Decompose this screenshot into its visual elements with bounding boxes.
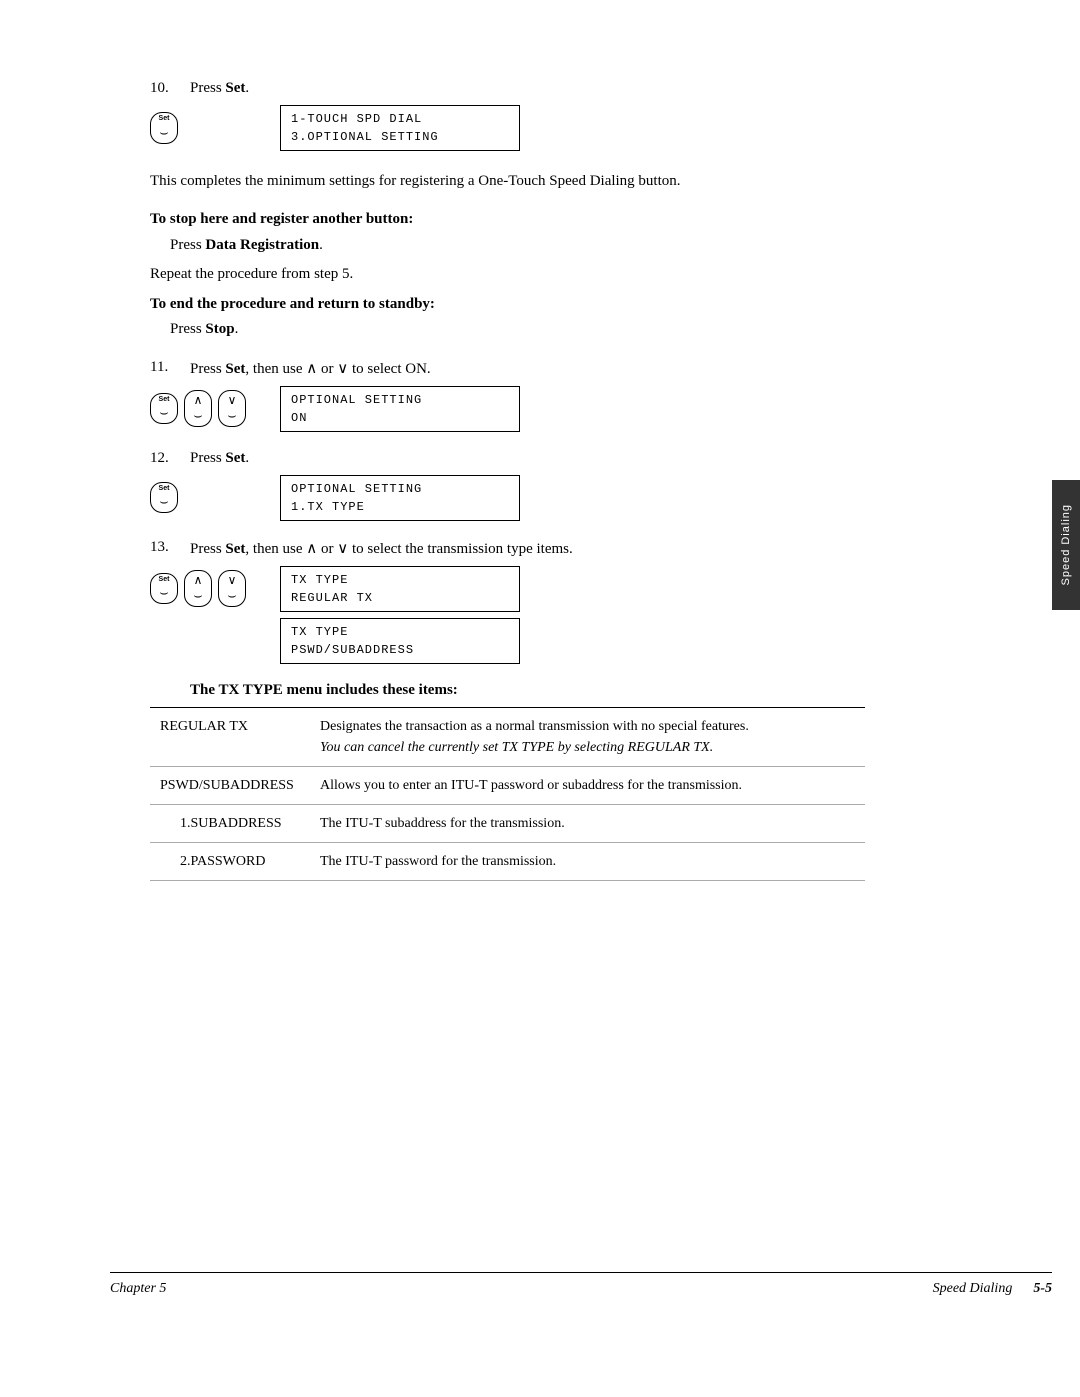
lcd-display-13b: TX TYPE PSWD/SUBADDRESS (280, 618, 520, 664)
step12-instruction: Press Set. (190, 450, 249, 467)
lcd-display-12: OPTIONAL SETTING 1.TX TYPE (280, 475, 520, 521)
lcd-pair-13: TX TYPE REGULAR TX TX TYPE PSWD/SUBADDRE… (280, 566, 520, 664)
table-row: 2.PASSWORD The ITU-T password for the tr… (150, 842, 865, 880)
set-key-12[interactable]: Set ⌣ (150, 482, 178, 513)
up-key-13[interactable]: ∧ ⌣ (184, 570, 212, 607)
lcd-display-10: 1-TOUCH SPD DIAL 3.OPTIONAL SETTING (280, 105, 520, 151)
tx-item-regular: REGULAR TX (150, 707, 310, 766)
completion-note: This completes the minimum settings for … (150, 169, 962, 193)
step10-instruction: Press Set. (190, 80, 249, 97)
side-tab: Speed Dialing (1052, 480, 1080, 610)
footer-page: 5-5 (1033, 1281, 1052, 1296)
step-number-13: 13. (150, 539, 180, 556)
tx-item-pswd: PSWD/SUBADDRESS (150, 766, 310, 804)
lcd-display-13a: TX TYPE REGULAR TX (280, 566, 520, 612)
tx-desc-subaddr: The ITU-T subaddress for the transmissio… (310, 804, 865, 842)
down-key-13[interactable]: ∨ ⌣ (218, 570, 246, 607)
stop-instruction: To stop here and register another button… (150, 207, 962, 288)
table-row: PSWD/SUBADDRESS Allows you to enter an I… (150, 766, 865, 804)
footer: Chapter 5 Speed Dialing 5-5 (110, 1272, 1052, 1297)
tx-desc-password: The ITU-T password for the transmission. (310, 842, 865, 880)
set-key-11[interactable]: Set ⌣ (150, 393, 178, 424)
tx-desc-pswd: Allows you to enter an ITU-T password or… (310, 766, 865, 804)
side-tab-label: Speed Dialing (1060, 504, 1072, 586)
set-key-10[interactable]: Set ⌣ (150, 112, 178, 143)
down-key-11[interactable]: ∨ ⌣ (218, 390, 246, 427)
set-key-13[interactable]: Set ⌣ (150, 573, 178, 604)
tx-type-title: The TX TYPE menu includes these items: (190, 682, 962, 699)
table-row: 1.SUBADDRESS The ITU-T subaddress for th… (150, 804, 865, 842)
tx-item-password: 2.PASSWORD (150, 842, 310, 880)
step11-instruction: Press Set, then use ∧ or ∨ to select ON. (190, 359, 431, 378)
step-number-12: 12. (150, 450, 180, 467)
tx-desc-regular: Designates the transaction as a normal t… (310, 707, 865, 766)
step-number-11: 11. (150, 359, 180, 376)
step13-instruction: Press Set, then use ∧ or ∨ to select the… (190, 539, 573, 558)
tx-item-subaddr: 1.SUBADDRESS (150, 804, 310, 842)
end-instruction: To end the procedure and return to stand… (150, 292, 962, 343)
tx-type-table: REGULAR TX Designates the transaction as… (150, 707, 865, 881)
footer-right: Speed Dialing 5-5 (933, 1281, 1052, 1297)
footer-chapter: Chapter 5 (110, 1281, 166, 1297)
lcd-display-11: OPTIONAL SETTING ON (280, 386, 520, 432)
table-row: REGULAR TX Designates the transaction as… (150, 707, 865, 766)
step-number-10: 10. (150, 80, 180, 97)
tx-type-section: The TX TYPE menu includes these items: R… (150, 682, 962, 881)
up-key-11[interactable]: ∧ ⌣ (184, 390, 212, 427)
